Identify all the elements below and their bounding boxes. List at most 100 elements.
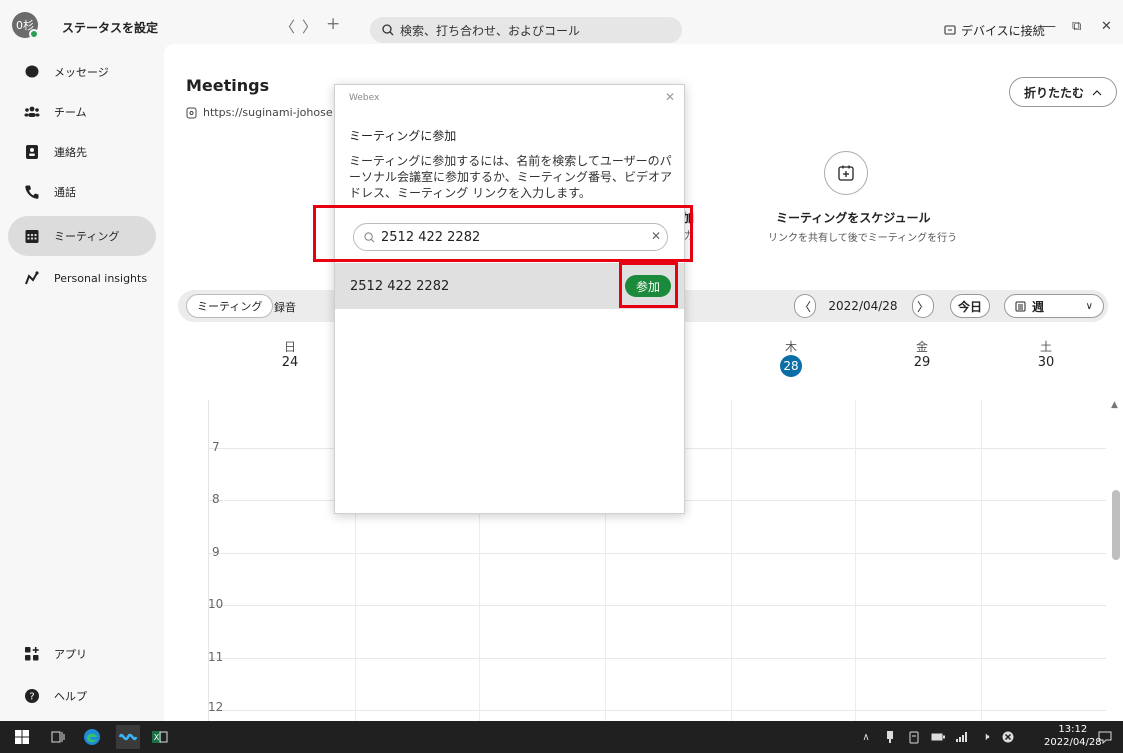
tray-time: 13:12 [1058, 724, 1088, 735]
tray-network-off-icon[interactable] [998, 727, 1018, 747]
date-display[interactable]: 2022/04/28 [818, 294, 908, 318]
tray-usb-icon[interactable] [880, 727, 900, 747]
hour-line [209, 658, 1106, 659]
view-select[interactable]: 週 ∨ [1004, 294, 1104, 318]
team-icon [24, 104, 40, 120]
contacts-icon [24, 144, 40, 160]
edge-browser-icon[interactable] [82, 727, 102, 747]
connect-device-button[interactable]: デバイスに接続 [944, 22, 1045, 39]
add-icon[interactable]: + [326, 14, 340, 34]
tray-battery-icon[interactable] [928, 727, 948, 747]
tray-signal-icon[interactable] [952, 727, 972, 747]
tray-clock[interactable]: 13:12 2022/04/28 [1044, 723, 1102, 749]
prev-week-button[interactable]: 〈 [794, 294, 816, 318]
calendar-view-icon [1015, 301, 1026, 311]
set-status-button[interactable]: ステータスを設定 [62, 19, 158, 36]
lock-icon [186, 107, 197, 118]
hour-label: 10 [208, 597, 224, 611]
collapse-button[interactable]: 折りたたむ [1009, 77, 1118, 107]
result-meeting-number: 2512 422 2282 [350, 278, 450, 294]
hour-label: 8 [212, 492, 220, 506]
sidebar-item-personal-insights[interactable]: Personal insights [8, 258, 156, 298]
task-view-icon[interactable] [48, 727, 68, 747]
close-icon[interactable]: ✕ [665, 90, 675, 104]
global-search-input[interactable]: 検索、打ち合わせ、およびコール [370, 17, 682, 43]
search-placeholder: 検索、打ち合わせ、およびコール [400, 23, 581, 38]
hour-label: 7 [212, 440, 220, 454]
sidebar-item-label: メッセージ [54, 66, 109, 79]
tray-chevron-up-icon[interactable]: ∧ [856, 727, 876, 747]
calendar-add-icon [838, 165, 854, 181]
minimize-icon[interactable]: — [1043, 19, 1056, 34]
day-header-sunday: 日 24 [260, 339, 320, 371]
scroll-up-arrow-icon[interactable]: ▲ [1111, 400, 1118, 410]
day-column-line [855, 400, 856, 721]
tray-tablet-icon[interactable] [904, 727, 924, 747]
sidebar-item-calls[interactable]: 通話 [8, 172, 156, 212]
day-number: 29 [913, 355, 931, 370]
sidebar-item-teams[interactable]: チーム [8, 92, 156, 132]
hour-line [209, 605, 1106, 606]
sidebar-item-label: 通話 [54, 186, 76, 199]
personal-room-link[interactable]: https://suginami-johose [186, 106, 333, 119]
connect-device-label: デバイスに接続 [961, 24, 1045, 38]
schedule-meeting-button[interactable] [824, 151, 868, 195]
close-window-icon[interactable]: ✕ [1101, 19, 1112, 34]
day-of-week: 金 [915, 340, 928, 354]
today-day-number: 28 [780, 355, 802, 377]
tab-recordings[interactable]: 録音 [274, 299, 296, 315]
personal-room-url: https://suginami-johose [203, 106, 333, 119]
day-header-saturday: 土 30 [1016, 339, 1076, 371]
notification-icon[interactable] [1095, 727, 1115, 747]
today-button[interactable]: 今日 [950, 294, 990, 318]
chevron-down-icon: ∨ [1085, 300, 1093, 312]
hour-label: 12 [208, 700, 224, 714]
presence-status-dot [29, 29, 39, 39]
back-arrow-icon[interactable]: 〈 [280, 16, 295, 37]
sidebar-item-label: ミーティング [54, 230, 120, 243]
message-bubble-icon [24, 64, 40, 80]
day-of-week: 木 [784, 340, 797, 354]
help-icon: ? [24, 688, 40, 704]
webex-app-icon[interactable] [116, 725, 140, 749]
svg-text:X: X [154, 733, 160, 742]
view-select-value: 週 [1032, 299, 1045, 314]
sidebar-item-messages[interactable]: メッセージ [8, 52, 156, 92]
tray-volume-muted-icon[interactable]: 🕨 [976, 727, 996, 747]
dialog-title: ミーティングに参加 [349, 129, 457, 143]
scrollbar-thumb[interactable] [1112, 490, 1120, 560]
day-number: 30 [1037, 355, 1055, 370]
hour-line [209, 553, 1106, 554]
restore-icon[interactable]: ⧉ [1072, 19, 1081, 34]
day-column-line [981, 400, 982, 721]
tray-date: 2022/04/28 [1044, 737, 1102, 748]
sidebar-item-meetings[interactable]: ミーティング [8, 216, 156, 256]
apps-icon [24, 646, 40, 662]
tab-meetings[interactable]: ミーティング [186, 294, 274, 318]
phone-icon [24, 184, 40, 200]
title-bar: 0杉 ステータスを設定 〈 〉 + 検索、打ち合わせ、およびコール デバイスに接… [0, 0, 1123, 44]
excel-app-icon[interactable]: X [150, 727, 170, 747]
forward-arrow-icon[interactable]: 〉 [302, 16, 317, 37]
calendar-icon [24, 228, 40, 244]
day-of-week: 土 [1039, 340, 1052, 354]
sidebar-item-label: アプリ [54, 648, 87, 661]
search-icon [382, 24, 394, 36]
schedule-meeting-title[interactable]: ミーティングをスケジュール [776, 209, 930, 226]
day-number: 24 [281, 355, 299, 370]
device-icon [944, 25, 956, 35]
sidebar-item-label: Personal insights [54, 271, 148, 285]
svg-text:?: ? [29, 692, 34, 703]
next-week-button[interactable]: 〉 [912, 294, 934, 318]
chevron-up-icon [1092, 89, 1102, 95]
highlight-search-box [313, 205, 693, 262]
sidebar-item-apps[interactable]: アプリ [8, 634, 156, 674]
windows-start-icon[interactable] [12, 727, 32, 747]
collapse-label: 折りたたむ [1024, 85, 1085, 100]
sidebar-item-contacts[interactable]: 連絡先 [8, 132, 156, 172]
day-header-friday: 金 29 [892, 339, 952, 371]
hour-label: 9 [212, 545, 220, 559]
insights-icon [24, 270, 40, 286]
sidebar-item-help[interactable]: ? ヘルプ [8, 676, 156, 716]
dialog-description: ミーティングに参加するには、名前を検索してユーザーのパーソナル会議室に参加するか… [349, 154, 673, 200]
